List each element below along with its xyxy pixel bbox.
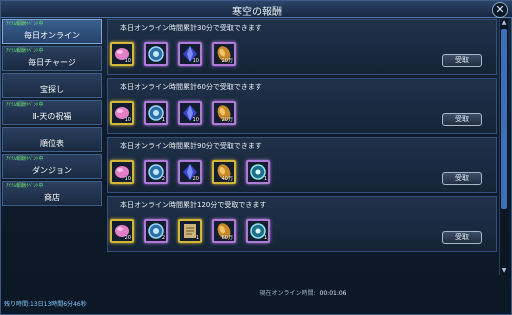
scroll-thumb[interactable]: [501, 29, 507, 209]
item-count: 1: [263, 176, 267, 182]
online-time-label: 現在オンライン時間: [259, 290, 314, 297]
item-count: 1: [263, 235, 267, 241]
reward-item-slot[interactable]: 10: [178, 101, 202, 125]
item-count: 10: [124, 117, 131, 123]
sidebar-item[interactable]: ｱｲﾃﾑ報酬ｲﾍﾞﾝﾄ中 Ⅱ-天の祝福: [2, 100, 102, 125]
reward-item-slot[interactable]: 2: [144, 160, 168, 184]
sidebar-item[interactable]: ｱｲﾃﾑ報酬ｲﾍﾞﾝﾄ中ダンジョン: [2, 154, 102, 179]
sidebar-item[interactable]: ｱｲﾃﾑ報酬ｲﾍﾞﾝﾄ中 商店: [2, 181, 102, 206]
item-count: 60万: [221, 235, 233, 241]
sidebar-item-tag: ｱｲﾃﾑ報酬ｲﾍﾞﾝﾄ中: [6, 156, 44, 162]
item-count: 10: [124, 58, 131, 64]
reward-condition: 本日オンライン時間累計60分で受取できます: [120, 83, 262, 91]
sidebar-item-label: Ⅱ-天の祝福: [32, 112, 72, 121]
reward-item-slot[interactable]: 60万: [212, 219, 236, 243]
reward-item-slot[interactable]: 20万: [212, 101, 236, 125]
item-count: 20: [192, 176, 199, 182]
reward-item-slot[interactable]: 10: [178, 42, 202, 66]
reward-item-slot[interactable]: 1: [178, 219, 202, 243]
item-count: 2: [161, 176, 165, 182]
sidebar-item[interactable]: 順位表: [2, 127, 102, 152]
title-bar: 寒空の報酬 ✕: [1, 1, 512, 18]
blue-medal-icon: [146, 46, 166, 68]
sidebar-item-tag: ｱｲﾃﾑ報酬ｲﾍﾞﾝﾄ中: [6, 48, 44, 54]
sidebar-item-label: 商店: [44, 193, 60, 202]
sidebar-item-tag: ｱｲﾃﾑ報酬ｲﾍﾞﾝﾄ中: [6, 102, 44, 108]
claim-button[interactable]: 受取: [442, 54, 482, 67]
scroll-up-icon[interactable]: ▲: [500, 19, 508, 27]
item-count: 20万: [221, 58, 233, 64]
sidebar-item-tag: ｱｲﾃﾑ報酬ｲﾍﾞﾝﾄ中: [6, 21, 44, 27]
reward-item-slot[interactable]: 1: [246, 219, 270, 243]
sidebar-item-label: ダンジョン: [32, 166, 72, 175]
reward-item-slot[interactable]: 2: [144, 219, 168, 243]
reward-item-slot[interactable]: 20万: [212, 42, 236, 66]
reward-item-slot[interactable]: [144, 42, 168, 66]
event-sidebar: ｱｲﾃﾑ報酬ｲﾍﾞﾝﾄ中 毎日オンライン ｱｲﾃﾑ報酬ｲﾍﾞﾝﾄ中 毎日チャージ 宝探し…: [2, 19, 104, 279]
remaining-time: 残り時間:13日13時間6分46秒: [4, 301, 87, 308]
item-count: 1: [161, 117, 165, 123]
sidebar-item[interactable]: ｱｲﾃﾑ報酬ｲﾍﾞﾝﾄ中毎日チャージ: [2, 46, 102, 71]
reward-item-slot[interactable]: 20: [178, 160, 202, 184]
sidebar-item-label: 毎日オンライン: [24, 31, 80, 40]
item-count: 40万: [221, 176, 233, 182]
claim-button[interactable]: 受取: [442, 113, 482, 126]
reward-row: 本日オンライン時間累計30分で受取できます 10 10 20万 受取: [107, 19, 497, 75]
item-count: 10: [192, 117, 199, 123]
item-count: 10: [124, 176, 131, 182]
item-count: 20: [124, 235, 131, 241]
item-count: 1: [195, 235, 199, 241]
online-time-status: 現在オンライン時間: 00:01:06: [259, 290, 347, 297]
sidebar-item-label: 毎日チャージ: [28, 58, 76, 67]
window-title: 寒空の報酬: [232, 7, 282, 18]
reward-item-slot[interactable]: 1: [144, 101, 168, 125]
sidebar-item-tag: ｱｲﾃﾑ報酬ｲﾍﾞﾝﾄ中: [6, 183, 44, 189]
item-count: 2: [161, 235, 165, 241]
reward-item-slot[interactable]: 10: [110, 42, 134, 66]
item-count: 10: [192, 58, 199, 64]
claim-button[interactable]: 受取: [442, 231, 482, 244]
reward-item-slot[interactable]: 20: [110, 219, 134, 243]
sidebar-item-label: 順位表: [40, 139, 64, 148]
reward-window: 寒空の報酬 ✕ ｱｲﾃﾑ報酬ｲﾍﾞﾝﾄ中 毎日オンライン ｱｲﾃﾑ報酬ｲﾍﾞﾝﾄ中毎…: [0, 0, 512, 315]
scrollbar[interactable]: ▲ ▼: [499, 19, 508, 275]
reward-list: 本日オンライン時間累計30分で受取できます 10 10 20万 受取 本日オンライン時間累…: [107, 19, 497, 275]
reward-row: 本日オンライン時間累計90分で受取できます 10 2 20 40万 1 受取: [107, 137, 497, 193]
reward-condition: 本日オンライン時間累計120分で受取できます: [120, 201, 267, 209]
item-count: 20万: [221, 117, 233, 123]
reward-row: 本日オンライン時間累計120分で受取できます 20 2 1 60万 1 受取: [107, 196, 497, 252]
sidebar-item-label: 宝探し: [40, 85, 64, 94]
scroll-down-icon[interactable]: ▼: [500, 267, 508, 275]
reward-item-slot[interactable]: 10: [110, 160, 134, 184]
reward-condition: 本日オンライン時間累計90分で受取できます: [120, 142, 262, 150]
sidebar-item[interactable]: 宝探し: [2, 73, 102, 98]
reward-condition: 本日オンライン時間累計30分で受取できます: [120, 24, 262, 32]
online-time-value: 00:01:06: [319, 290, 347, 297]
reward-row: 本日オンライン時間累計60分で受取できます 10 1 10 20万 受取: [107, 78, 497, 134]
claim-button[interactable]: 受取: [442, 172, 482, 185]
reward-item-slot[interactable]: 10: [110, 101, 134, 125]
reward-item-slot[interactable]: 1: [246, 160, 270, 184]
reward-item-slot[interactable]: 40万: [212, 160, 236, 184]
sidebar-item[interactable]: ｱｲﾃﾑ報酬ｲﾍﾞﾝﾄ中毎日オンライン: [2, 19, 102, 44]
close-icon[interactable]: ✕: [492, 2, 508, 18]
